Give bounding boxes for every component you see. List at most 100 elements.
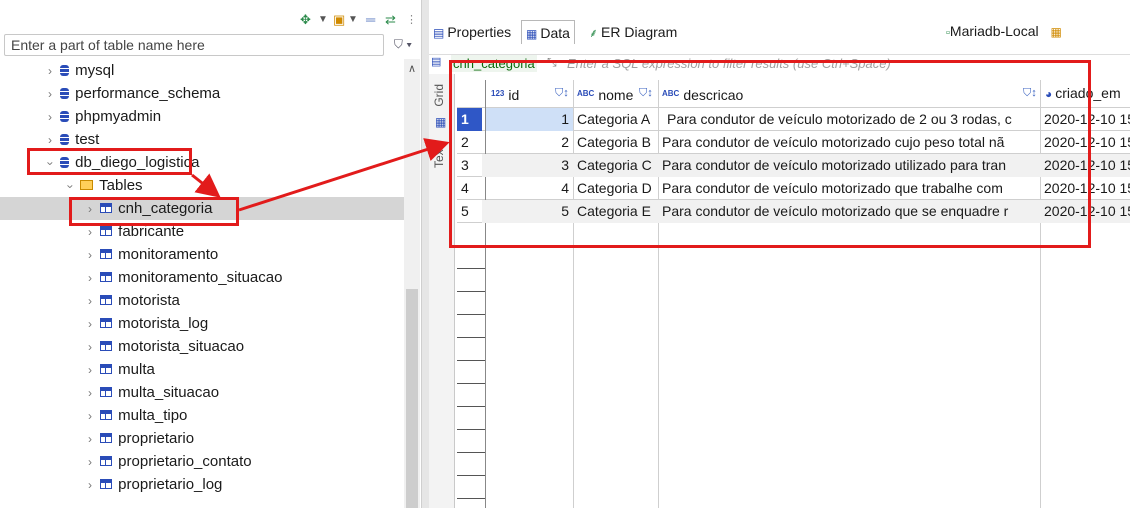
tree-item-label: test xyxy=(75,131,100,148)
tree-item-label: monitoramento xyxy=(118,246,219,263)
grid-line xyxy=(457,268,485,269)
tree-item-label: multa_tipo xyxy=(118,407,188,424)
tree-item-label: phpmyadmin xyxy=(75,108,162,125)
tree-item-motorista[interactable]: › motorista xyxy=(84,289,180,312)
tree-item-label: motorista_log xyxy=(118,315,209,332)
table-icon xyxy=(100,410,113,420)
table-icon xyxy=(100,295,113,305)
tree-item-multa-situacao[interactable]: › multa_situacao xyxy=(84,381,219,404)
tree-item-label: motorista_situacao xyxy=(118,338,245,355)
table-icon xyxy=(100,226,113,236)
chevron-down-icon[interactable]: › xyxy=(59,181,82,193)
data-grid-icon: ▦ xyxy=(526,27,538,41)
tree-item-tables-folder[interactable]: › Tables xyxy=(64,174,143,197)
connection-indicator[interactable]: ▫Mariadb-Local ▦ xyxy=(946,20,1062,44)
database-icon xyxy=(60,134,70,145)
link-editor-icon[interactable]: ⇄ xyxy=(385,12,396,28)
scrollbar-thumb[interactable] xyxy=(406,289,418,508)
tree-item-multa-tipo[interactable]: › multa_tipo xyxy=(84,404,187,427)
tree-item-label: mysql xyxy=(75,62,115,79)
grid-line xyxy=(457,452,485,453)
chevron-down-icon[interactable]: ▼ xyxy=(348,12,358,28)
tree-item-multa[interactable]: › multa xyxy=(84,358,155,381)
database-icon xyxy=(60,88,70,99)
tree-item-monitoramento-situacao[interactable]: › monitoramento_situacao xyxy=(84,266,282,289)
tree-item-proprietario-log[interactable]: › proprietario_log xyxy=(84,473,222,496)
scroll-up-icon[interactable]: ∧ xyxy=(404,62,420,75)
tree-item-motorista-log[interactable]: › motorista_log xyxy=(84,312,208,335)
chevron-right-icon[interactable]: › xyxy=(84,290,96,313)
tree-item-label: Tables xyxy=(99,177,143,194)
tab-er-diagram[interactable]: ⸙ ER Diagram xyxy=(585,20,681,44)
annotation-box-table xyxy=(69,197,239,226)
grid-line xyxy=(457,314,485,315)
filter-icon[interactable]: ⛉ ▾ xyxy=(388,34,418,54)
chevron-right-icon[interactable]: › xyxy=(84,428,96,451)
tab-properties[interactable]: ▤ Properties xyxy=(429,20,515,44)
table-icon xyxy=(100,364,113,374)
tab-label: Properties xyxy=(447,24,512,40)
table-search-input[interactable] xyxy=(4,34,384,56)
navigator-scrollbar[interactable]: ∧ xyxy=(404,59,420,508)
new-folder-icon[interactable]: ▣ xyxy=(333,12,345,28)
database-navigator: ✥ ▼ ▣ ▼ ═ ⇄ ⋮ ⛉ ▾ › mysql › performance_… xyxy=(0,0,421,508)
tree-item-label: multa_situacao xyxy=(118,384,220,401)
chevron-right-icon[interactable]: › xyxy=(84,336,96,359)
folder-icon xyxy=(80,180,94,190)
er-diagram-icon: ⸙ xyxy=(589,26,599,40)
chevron-right-icon[interactable]: › xyxy=(84,382,96,405)
connection-label: Mariadb-Local xyxy=(949,23,1039,39)
table-icon xyxy=(100,456,113,466)
grid-line xyxy=(457,360,485,361)
properties-icon: ▤ xyxy=(433,26,445,40)
tree-item-monitoramento[interactable]: › monitoramento xyxy=(84,243,218,266)
grid-line xyxy=(457,475,485,476)
chevron-right-icon[interactable]: › xyxy=(84,267,96,290)
table-icon xyxy=(100,387,113,397)
chevron-right-icon[interactable]: › xyxy=(44,83,56,106)
tree-item-performance-schema[interactable]: › performance_schema xyxy=(44,82,220,105)
database-icon: ▦ xyxy=(1050,25,1062,39)
chevron-right-icon[interactable]: › xyxy=(44,106,56,129)
annotation-box-database xyxy=(27,148,192,175)
grid-line xyxy=(457,291,485,292)
side-tab-grid[interactable]: Grid xyxy=(432,84,446,107)
table-icon xyxy=(100,479,113,489)
tab-label: Data xyxy=(540,25,570,41)
grid-line xyxy=(457,498,485,499)
chevron-right-icon[interactable]: › xyxy=(84,405,96,428)
chevron-right-icon[interactable]: › xyxy=(84,359,96,382)
chevron-right-icon[interactable]: › xyxy=(44,60,56,83)
tree-item-label: proprietario_log xyxy=(118,476,223,493)
table-icon xyxy=(100,272,113,282)
table-icon xyxy=(100,433,113,443)
chevron-down-icon[interactable]: ▼ xyxy=(318,12,328,28)
grid-line xyxy=(457,383,485,384)
tab-label: ER Diagram xyxy=(601,24,678,40)
tree-item-phpmyadmin[interactable]: › phpmyadmin xyxy=(44,105,161,128)
tab-data[interactable]: ▦ Data xyxy=(521,20,575,44)
collapse-all-icon[interactable]: ═ xyxy=(366,12,375,28)
chevron-right-icon[interactable]: › xyxy=(84,313,96,336)
database-icon xyxy=(60,111,70,122)
table-icon xyxy=(100,341,113,351)
menu-dots-icon[interactable]: ⋮ xyxy=(406,12,417,28)
tree-item-mysql[interactable]: › mysql xyxy=(44,59,114,82)
chevron-right-icon[interactable]: › xyxy=(84,474,96,497)
tree-item-label: monitoramento_situacao xyxy=(118,269,283,286)
tree-item-proprietario[interactable]: › proprietario xyxy=(84,427,194,450)
grid-icon: ▦ xyxy=(435,115,447,129)
panel-splitter[interactable] xyxy=(421,0,429,508)
side-tab-text[interactable]: Text xyxy=(432,146,446,168)
table-icon: ▤ xyxy=(431,56,442,68)
tree-item-label: proprietario xyxy=(118,430,195,447)
tree-item-motorista-situacao[interactable]: › motorista_situacao xyxy=(84,335,244,358)
tree-item-proprietario-contato[interactable]: › proprietario_contato xyxy=(84,450,252,473)
tree-item-label: motorista xyxy=(118,292,180,309)
chevron-right-icon[interactable]: › xyxy=(84,244,96,267)
table-icon xyxy=(100,249,113,259)
table-icon xyxy=(100,318,113,328)
chevron-right-icon[interactable]: › xyxy=(84,451,96,474)
tree-item-label: multa xyxy=(118,361,155,378)
new-connection-icon[interactable]: ✥ xyxy=(300,12,311,28)
